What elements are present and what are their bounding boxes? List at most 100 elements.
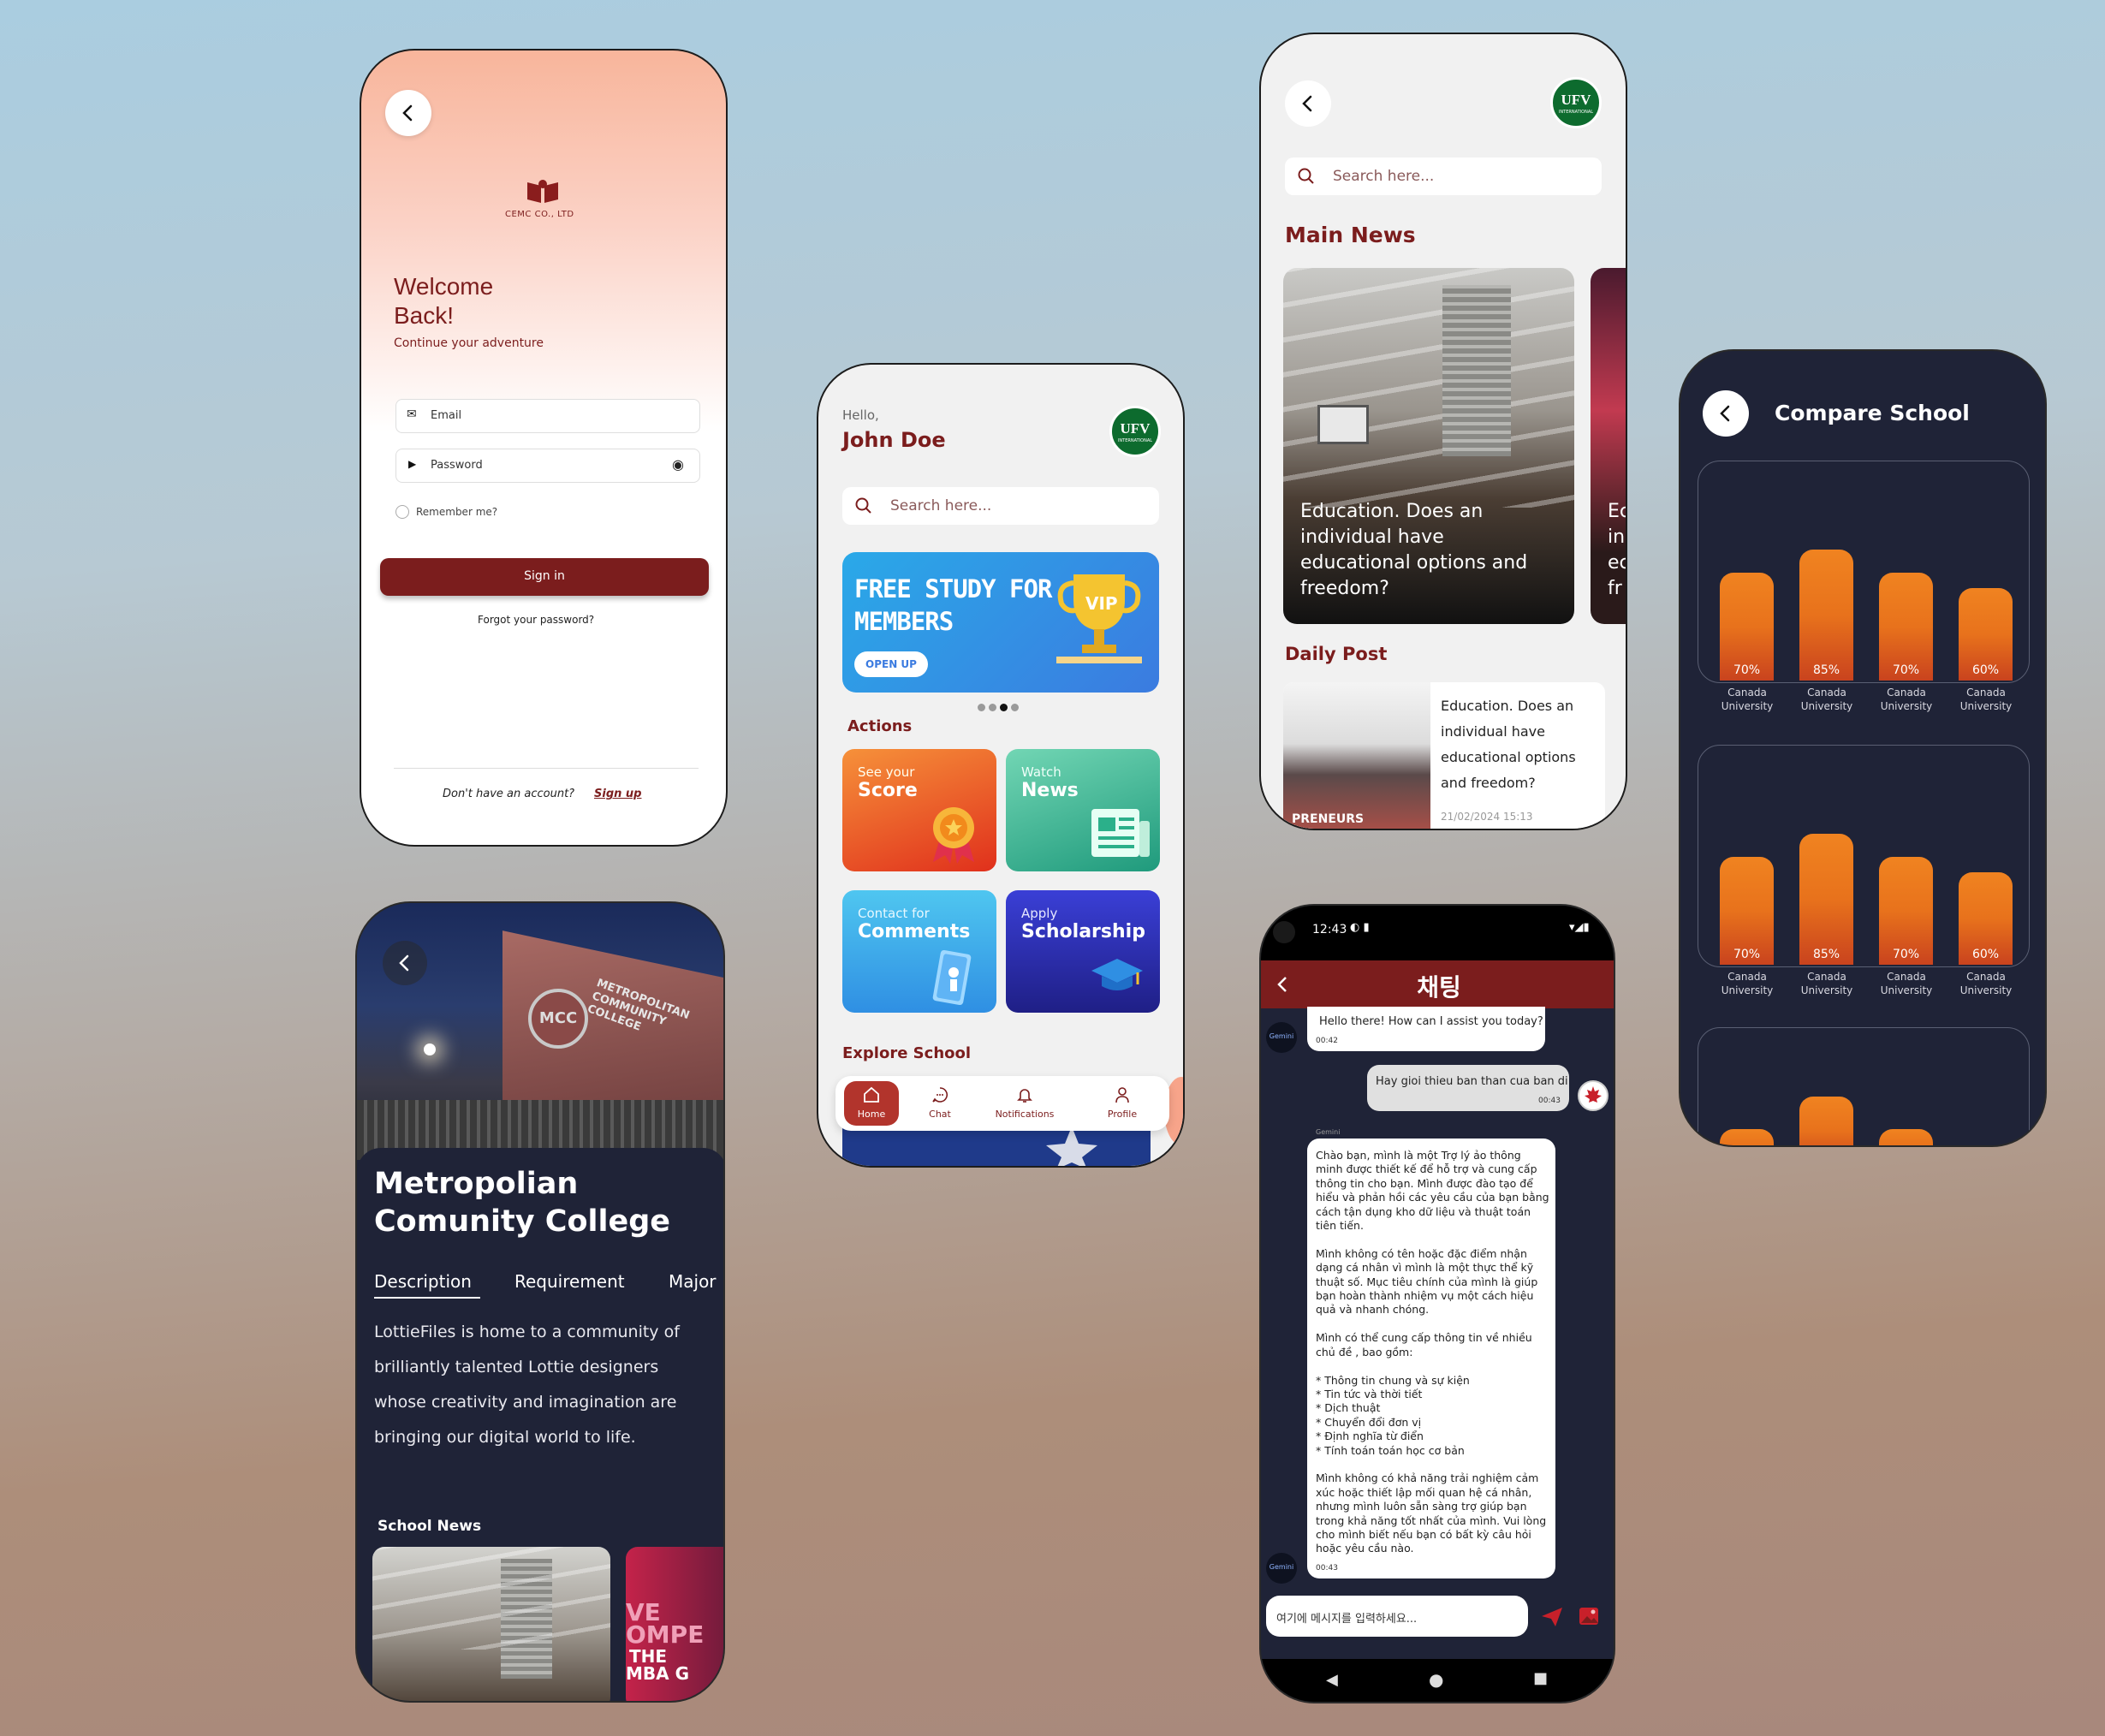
forgot-link[interactable]: Forgot your password?	[478, 614, 594, 626]
news-screen: UFV INTERNATIONAL Search here... Main Ne…	[1259, 33, 1627, 830]
back-button[interactable]	[385, 90, 431, 136]
mcc-logo: MCC	[528, 989, 588, 1049]
email-placeholder: Email	[431, 409, 462, 422]
message-line: Mình không có tên hoặc đặc điểm nhận	[1316, 1246, 1527, 1260]
email-field[interactable]: ✉ Email	[395, 399, 700, 433]
login-screen: CEMC CO., LTD Welcome Back! Continue you…	[360, 49, 728, 847]
company-logo-icon	[527, 180, 558, 203]
nav-profile[interactable]: Profile	[1092, 1081, 1152, 1126]
image-icon[interactable]	[1578, 1606, 1600, 1626]
nav-back-icon[interactable]: ◀	[1326, 1671, 1338, 1689]
bar-value-label: 60%	[1971, 663, 2000, 677]
vip-badge: VIP	[1085, 593, 1118, 614]
status-time: 12:43	[1312, 923, 1347, 936]
school-news-card-2[interactable]: VE OMPE THE MBA G	[626, 1547, 723, 1701]
back-button[interactable]	[1285, 80, 1331, 127]
message-line: quả và nhanh chóng.	[1316, 1303, 1430, 1317]
nav-chat[interactable]: Chat	[914, 1081, 966, 1126]
message-line	[1316, 1359, 1550, 1373]
description-line-1: LottieFiles is home to a community of	[374, 1323, 680, 1341]
tile-comments[interactable]: Contact for Comments	[842, 890, 996, 1013]
nav-home[interactable]: Home	[844, 1081, 899, 1126]
tab-requirement[interactable]: Requirement	[514, 1271, 625, 1292]
user-name: John Doe	[842, 428, 946, 452]
message-line: dạng cá nhân vì mình là một thực thể kỹ	[1316, 1261, 1534, 1275]
chart-box: 70% Canada University 85% Canada University…	[1698, 745, 2030, 996]
back-button[interactable]	[383, 941, 427, 985]
user-icon	[1115, 1087, 1129, 1103]
graduation-cap-icon	[1091, 959, 1143, 990]
school-news-card[interactable]	[372, 1547, 610, 1701]
message-line: * Định nghĩa từ điển	[1316, 1430, 1424, 1443]
bar-category-label: Canada University	[1721, 971, 1774, 996]
message-input[interactable]: 여기에 메시지를 입력하세요...	[1266, 1596, 1528, 1637]
chart-box: 70% Canada University 85% Canada University…	[1698, 461, 2030, 712]
key-icon: ▶	[408, 458, 417, 470]
news-card-peek[interactable]: Ec in ec fr	[1591, 268, 1626, 624]
banner-button[interactable]: OPEN UP	[854, 651, 928, 677]
tab-major[interactable]: Major	[669, 1271, 717, 1292]
main-news-card[interactable]: Education. Does an individual have educa…	[1283, 268, 1574, 624]
description-line-4: bringing our digital world to life.	[374, 1428, 636, 1447]
bot-message-1: Hello there! How can I assist you today?…	[1307, 1007, 1545, 1051]
bar-value-label: 60%	[1971, 948, 2000, 961]
message-line: * Thông tin chung và sự kiện	[1316, 1373, 1470, 1387]
bar-category-label: Canada University	[1880, 971, 1933, 996]
post-line-2: individual have	[1441, 723, 1545, 740]
bar-value-label: 70%	[1733, 948, 1761, 961]
back-button[interactable]	[1703, 390, 1749, 437]
nav-notifications[interactable]: Notifications	[986, 1081, 1063, 1126]
nav-home-icon[interactable]: ●	[1429, 1669, 1443, 1690]
chat-title: 채팅	[1417, 973, 1461, 1002]
search-input[interactable]: Search here...	[842, 487, 1159, 525]
college-title: Metropolian	[374, 1167, 579, 1201]
remember-checkbox[interactable]	[395, 505, 409, 519]
welcome-subtitle: Continue your adventure	[394, 336, 544, 350]
chevron-left-icon	[1302, 95, 1312, 112]
description-line-2: brilliantly talented Lottie designers	[374, 1358, 659, 1376]
chart-3-peek	[1698, 1027, 2030, 1145]
bar-category-label: Canada University	[1721, 687, 1774, 712]
tile-scholarship[interactable]: Apply Scholarship	[1006, 890, 1160, 1013]
tile-news[interactable]: Watch News	[1006, 749, 1160, 871]
message-line: minh được thiết kế để hỗ trợ và cung cấp	[1316, 1162, 1537, 1176]
star-icon	[1046, 1127, 1097, 1166]
welcome-title: Welcome	[394, 273, 494, 300]
compare-screen: Compare School 70% Canada University 85% Ca…	[1679, 349, 2047, 1147]
daily-post-card[interactable]: PRENEURS Education. Does an individual h…	[1283, 682, 1605, 829]
bell-icon	[1017, 1089, 1032, 1103]
tab-description[interactable]: Description	[374, 1271, 472, 1292]
bottom-nav: Home Chat Notifications Profile	[835, 1076, 1169, 1131]
book-icon	[932, 949, 972, 1006]
signup-link[interactable]: Sign up	[594, 788, 641, 800]
eye-icon[interactable]: ◉	[672, 456, 684, 473]
message-line: hiểu và phản hồi các yêu cầu của bạn bằn…	[1316, 1191, 1549, 1204]
signin-button[interactable]: Sign in	[380, 558, 709, 596]
bar-value-label: 70%	[1733, 663, 1761, 677]
search-input[interactable]: Search here...	[1285, 158, 1602, 195]
active-tab-underline	[374, 1297, 480, 1299]
bar-value-label: 85%	[1812, 948, 1840, 961]
user-message: Hay gioi thieu ban than cua ban di 00:43	[1367, 1065, 1569, 1111]
signal-icon: ▾◢▮	[1569, 921, 1590, 934]
school-news-title: School News	[378, 1518, 482, 1535]
message-line: * Tính toán toán học cơ bản	[1316, 1443, 1465, 1457]
bot-message-2: Chào bạn, mình là một Trợ lý ảo thông min…	[1307, 1139, 1555, 1578]
message-line: bạn hoàn thành nhiệm vụ một cách hiệu	[1316, 1289, 1534, 1303]
chat-screen: 12:43 ◐ ▮ ▾◢▮ 채팅 Gemini Hello there! How…	[1259, 904, 1615, 1703]
bar-category-label: Canada University	[1800, 971, 1853, 996]
password-field[interactable]: ▶ Password ◉	[395, 449, 700, 483]
user-avatar	[1578, 1080, 1608, 1111]
message-line: tiên tiến.	[1316, 1219, 1364, 1233]
post-date: 21/02/2024 15:13	[1441, 811, 1533, 823]
message-line: thuật số. Mục tiêu chính của mình là giú…	[1316, 1275, 1538, 1288]
chevron-left-icon	[402, 104, 413, 122]
tile-score[interactable]: See your Score	[842, 749, 996, 871]
message-line: Mình có thể cung cấp thông tin về nhiều	[1316, 1331, 1532, 1345]
promo-banner[interactable]: FREE STUDY FOR MEMBERS OPEN UP VIP	[842, 552, 1159, 693]
nav-recents-icon[interactable]: ■	[1533, 1669, 1548, 1687]
send-icon[interactable]	[1540, 1606, 1564, 1628]
daily-post-title: Daily Post	[1285, 644, 1388, 664]
welcome-title-2: Back!	[394, 302, 455, 329]
post-line-4: and freedom?	[1441, 775, 1536, 791]
